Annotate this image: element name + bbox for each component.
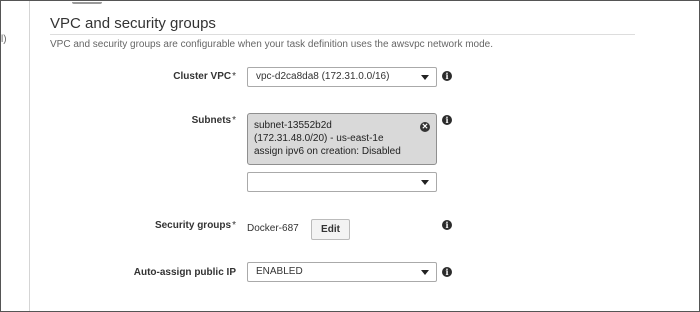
required-mark: * (232, 71, 236, 82)
selected-subnet-chip: subnet-13552b2d (172.31.48.0/20) - us-ea… (247, 113, 437, 165)
window-frame: l) VPC and security groups VPC and secur… (0, 0, 700, 312)
add-subnet-select[interactable] (247, 172, 437, 192)
gutter-text: l) (1, 34, 7, 45)
cluster-vpc-label: Cluster VPC* (76, 71, 236, 82)
edit-security-groups-button[interactable]: Edit (311, 219, 350, 240)
info-icon[interactable]: i (442, 71, 452, 81)
subnets-label-text: Subnets (191, 115, 232, 126)
required-mark: * (232, 220, 236, 231)
chevron-down-icon (421, 270, 429, 275)
info-icon[interactable]: i (442, 115, 452, 125)
auto-assign-ip-label: Auto-assign public IP (133, 267, 236, 278)
subnet-name: subnet-13552b2d (254, 120, 332, 131)
subnets-label: Subnets* (76, 115, 236, 126)
cluster-vpc-select[interactable]: vpc-d2ca8da8 (172.31.0.0/16) (247, 67, 437, 87)
chevron-down-icon (421, 180, 429, 185)
auto-assign-ip-select[interactable]: ENABLED (247, 262, 437, 282)
section-divider (50, 34, 635, 35)
info-icon[interactable]: i (442, 267, 452, 277)
cluster-vpc-label-text: Cluster VPC (173, 71, 232, 82)
auto-assign-ip-value: ENABLED (256, 266, 303, 277)
info-icon[interactable]: i (442, 220, 452, 230)
security-groups-label: Security groups* (76, 220, 236, 231)
section-title: VPC and security groups (50, 15, 216, 32)
security-groups-label-text: Security groups (154, 220, 232, 231)
remove-subnet-icon[interactable]: ✕ (420, 122, 430, 132)
chevron-down-icon (421, 75, 429, 80)
section-description: VPC and security groups are configurable… (50, 39, 494, 50)
required-mark: * (232, 115, 236, 126)
cluster-vpc-value: vpc-d2ca8da8 (172.31.0.0/16) (256, 71, 390, 82)
left-gutter: l) (1, 1, 30, 311)
section-collapse-edge (72, 1, 102, 4)
subnet-ipv6-setting: assign ipv6 on creation: Disabled (254, 146, 401, 157)
security-group-value: Docker-687 (247, 223, 299, 234)
subnet-cidr-zone: (172.31.48.0/20) - us-east-1e (254, 133, 384, 144)
